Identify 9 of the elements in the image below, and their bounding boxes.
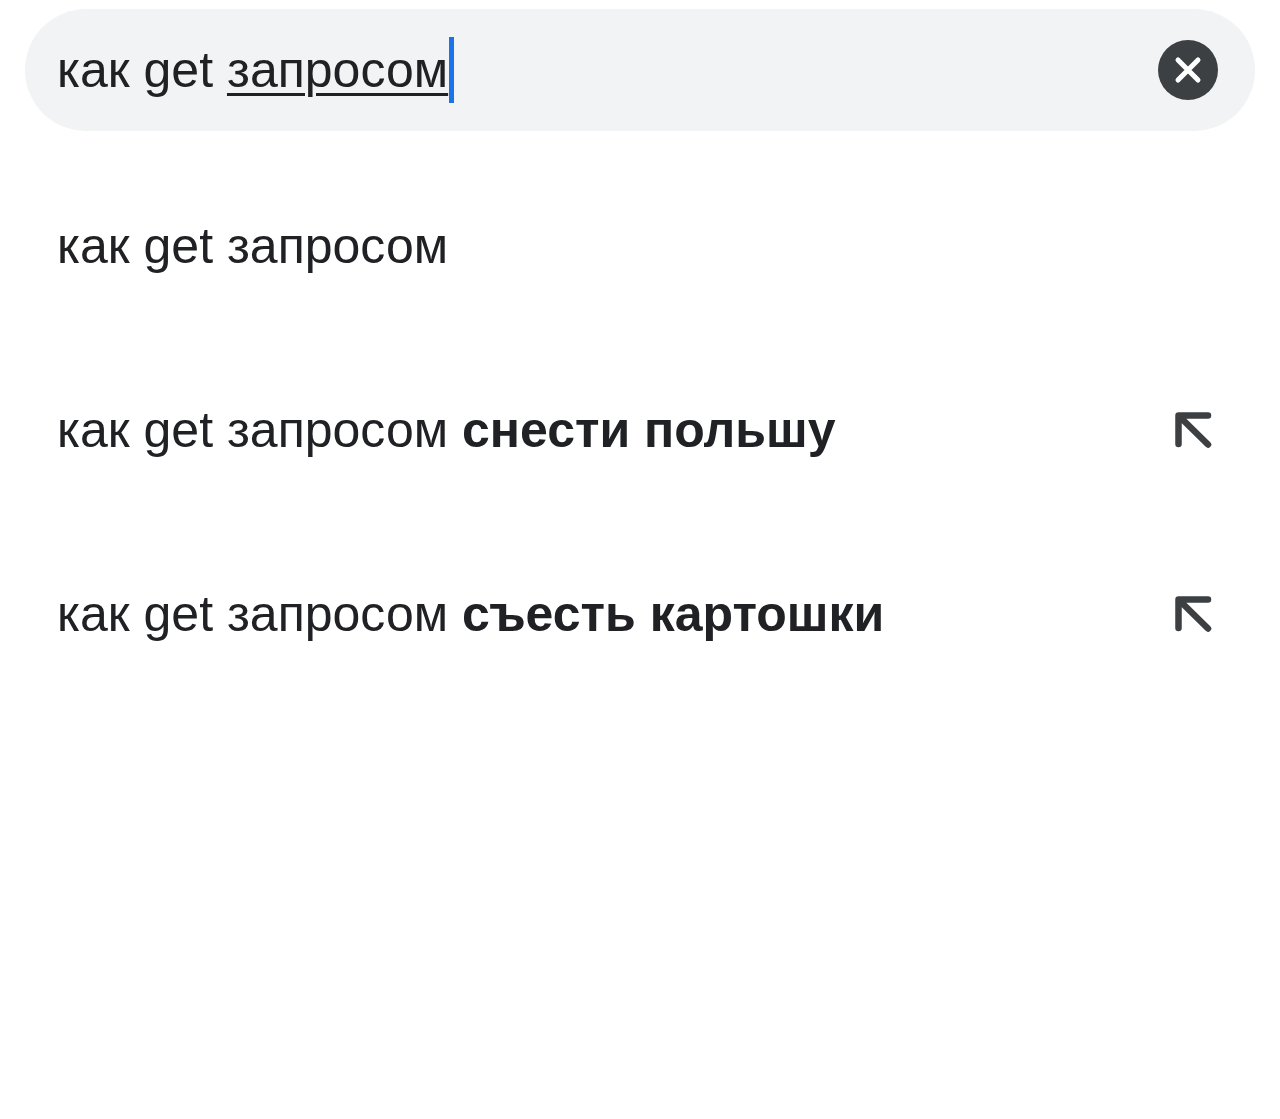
clear-button[interactable] [1158,40,1218,100]
close-icon [1158,40,1218,100]
arrow-up-left-icon[interactable] [1175,596,1213,632]
arrow-up-left-icon[interactable] [1175,412,1213,448]
search-field[interactable]: как get запросом [25,9,1255,131]
suggestion-text[interactable]: как get запросом снести польшу [57,400,1175,460]
suggestion-text[interactable]: как get запросом [57,216,1213,276]
search-query: как get запросом [57,41,449,100]
suggestion-text[interactable]: как get запросом съесть картошки [57,584,1175,644]
